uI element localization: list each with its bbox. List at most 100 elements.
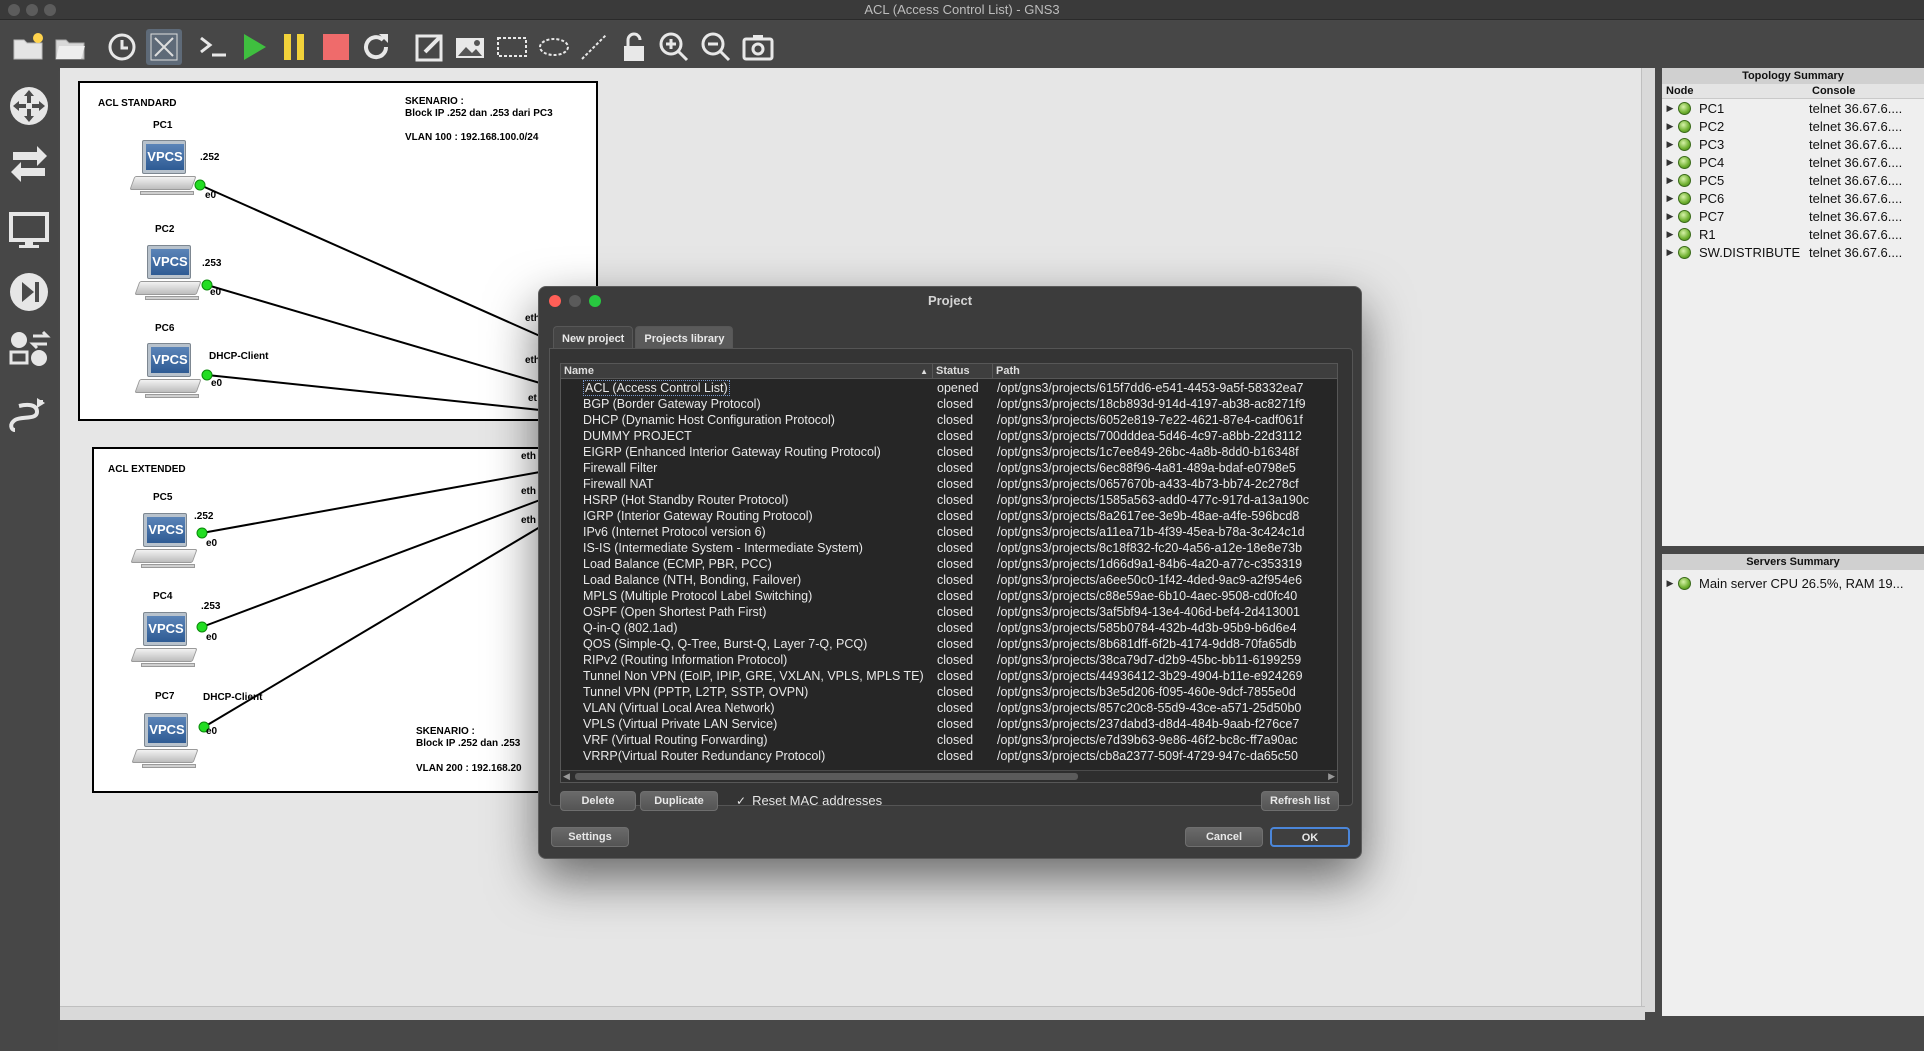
project-row[interactable]: IPv6 (Internet Protocol version 6) closed…	[561, 524, 1337, 540]
project-row[interactable]: VLAN (Virtual Local Area Network) closed /…	[561, 700, 1337, 716]
project-row[interactable]: DUMMY PROJECT closed/opt/gns3/projects/70…	[561, 428, 1337, 444]
link-pc6	[206, 374, 541, 411]
tab-projects-library[interactable]: Projects library	[635, 326, 734, 348]
refresh-list-button[interactable]: Refresh list	[1261, 791, 1339, 811]
project-path: /opt/gns3/projects/585b0784-432b-4d3b-95…	[997, 621, 1297, 635]
project-status: closed	[937, 477, 974, 491]
project-path: /opt/gns3/projects/6ec88f96-4a81-489a-bd…	[997, 461, 1296, 475]
topology-node-row[interactable]: ▶ PC1 telnet 36.67.6....	[1662, 99, 1924, 117]
topology-node-row[interactable]: ▶ SW.DISTRIBUTE telnet 36.67.6....	[1662, 243, 1924, 261]
project-row[interactable]: QOS (Simple-Q, Q-Tree, Burst-Q, Layer 7-…	[561, 636, 1337, 652]
cancel-button[interactable]: Cancel	[1185, 827, 1263, 847]
node-pc5[interactable]: VPCS	[130, 513, 203, 575]
project-row[interactable]: MPLS (Multiple Protocol Label Switching)…	[561, 588, 1337, 604]
node-status-icon	[1678, 137, 1691, 151]
expand-arrow-icon[interactable]: ▶	[1662, 211, 1678, 222]
settings-button[interactable]: Settings	[551, 827, 629, 847]
topology-node-row[interactable]: ▶ PC4 telnet 36.67.6....	[1662, 153, 1924, 171]
project-row[interactable]: ACL (Access Control List) opened/opt/gns3…	[561, 380, 1337, 396]
project-row[interactable]: EIGRP (Enhanced Interior Gateway Routing…	[561, 444, 1337, 460]
dialog-close-button[interactable]	[549, 295, 561, 307]
ok-button[interactable]: OK	[1270, 827, 1350, 847]
eth-label-3: et	[528, 393, 537, 404]
expand-arrow-icon[interactable]: ▶	[1662, 247, 1678, 258]
column-console[interactable]: Console	[1808, 84, 1855, 98]
node-status-icon	[1678, 173, 1691, 187]
project-status: closed	[937, 717, 974, 731]
expand-arrow-icon[interactable]: ▶	[1662, 175, 1678, 186]
project-name: VRF (Virtual Routing Forwarding)	[583, 733, 768, 747]
project-row[interactable]: IGRP (Interior Gateway Routing Protocol)…	[561, 508, 1337, 524]
project-row[interactable]: RIPv2 (Routing Information Protocol) clos…	[561, 652, 1337, 668]
expand-arrow-icon[interactable]: ▶	[1662, 193, 1678, 204]
project-name: IGRP (Interior Gateway Routing Protocol)	[583, 509, 813, 523]
project-row[interactable]: IS-IS (Intermediate System - Intermediat…	[561, 540, 1337, 556]
column-status[interactable]: Status	[933, 364, 993, 378]
project-row[interactable]: BGP (Border Gateway Protocol) closed/opt/…	[561, 396, 1337, 412]
expand-arrow-icon[interactable]: ▶	[1662, 229, 1678, 240]
column-path[interactable]: Path	[993, 364, 1337, 378]
topology-node-row[interactable]: ▶ R1 telnet 36.67.6....	[1662, 225, 1924, 243]
node-console: telnet 36.67.6....	[1809, 136, 1903, 152]
expand-arrow-icon[interactable]: ▶	[1662, 578, 1678, 589]
projects-horizontal-scrollbar[interactable]: ◀ ▶	[561, 770, 1337, 782]
dialog-minimize-button[interactable]	[569, 295, 581, 307]
column-name[interactable]: Name ▲	[561, 364, 933, 378]
node-ip-pc1: .252	[200, 152, 220, 163]
project-name: EIGRP (Enhanced Interior Gateway Routing…	[583, 445, 881, 459]
project-row[interactable]: Firewall Filter closed/opt/gns3/projects/…	[561, 460, 1337, 476]
expand-arrow-icon[interactable]: ▶	[1662, 157, 1678, 168]
reset-mac-checkbox[interactable]: ✓ Reset MAC addresses	[736, 793, 882, 808]
project-row[interactable]: Load Balance (ECMP, PBR, PCC) closed/opt/…	[561, 556, 1337, 572]
link-pc2	[206, 284, 541, 384]
project-row[interactable]: HSRP (Hot Standby Router Protocol) closed…	[561, 492, 1337, 508]
node-pc6[interactable]: VPCS	[134, 343, 207, 405]
eth-label-4: eth	[521, 451, 536, 462]
project-row[interactable]: VRRP(Virtual Router Redundancy Protocol)…	[561, 748, 1337, 764]
project-path: /opt/gns3/projects/b3e5d206-f095-460e-9d…	[997, 685, 1296, 699]
topology-node-row[interactable]: ▶ PC7 telnet 36.67.6....	[1662, 207, 1924, 225]
project-row[interactable]: Load Balance (NTH, Bonding, Failover) clo…	[561, 572, 1337, 588]
server-row[interactable]: ▶ Main server CPU 26.5%, RAM 19...	[1662, 574, 1924, 592]
project-row[interactable]: DHCP (Dynamic Host Configuration Protoco…	[561, 412, 1337, 428]
project-name: Q-in-Q (802.1ad)	[583, 621, 678, 635]
sort-up-icon: ▲	[920, 367, 928, 376]
tab-new-project[interactable]: New project	[553, 326, 634, 348]
column-node[interactable]: Node	[1662, 84, 1808, 98]
project-row[interactable]: Tunnel Non VPN (EoIP, IPIP, GRE, VXLAN, …	[561, 668, 1337, 684]
node-pc4[interactable]: VPCS	[130, 612, 203, 674]
node-pc1[interactable]: VPCS	[129, 140, 202, 202]
project-status: closed	[937, 557, 974, 571]
duplicate-button[interactable]: Duplicate	[640, 791, 718, 811]
project-status: closed	[937, 749, 974, 763]
gns3-main-window: ACL (Access Control List) - GNS3 ACL STA…	[0, 0, 1924, 1051]
expand-arrow-icon[interactable]: ▶	[1662, 103, 1678, 114]
node-status-icon	[1678, 155, 1691, 169]
node-ip-pc6: DHCP-Client	[209, 351, 269, 362]
port-label-pc5: e0	[206, 538, 218, 549]
port-label-pc1: e0	[205, 190, 217, 201]
expand-arrow-icon[interactable]: ▶	[1662, 121, 1678, 132]
delete-button[interactable]: Delete	[560, 791, 636, 811]
expand-arrow-icon[interactable]: ▶	[1662, 139, 1678, 150]
scroll-left-icon[interactable]: ◀	[563, 771, 570, 782]
topology-node-row[interactable]: ▶ PC5 telnet 36.67.6....	[1662, 171, 1924, 189]
project-row[interactable]: Firewall NAT closed/opt/gns3/projects/065…	[561, 476, 1337, 492]
scrollbar-thumb[interactable]	[575, 773, 1078, 780]
project-status: closed	[937, 733, 974, 747]
node-pc2[interactable]: VPCS	[134, 245, 207, 307]
project-row[interactable]: Tunnel VPN (PPTP, L2TP, SSTP, OVPN) close…	[561, 684, 1337, 700]
topology-summary-title: Topology Summary	[1662, 68, 1924, 84]
project-row[interactable]: VRF (Virtual Routing Forwarding) closed/o…	[561, 732, 1337, 748]
node-pc7[interactable]: VPCS	[131, 713, 204, 775]
scroll-right-icon[interactable]: ▶	[1328, 771, 1335, 782]
topology-node-row[interactable]: ▶ PC6 telnet 36.67.6....	[1662, 189, 1924, 207]
project-row[interactable]: Q-in-Q (802.1ad) closed/opt/gns3/projects…	[561, 620, 1337, 636]
project-row[interactable]: VPLS (Virtual Private LAN Service) closed…	[561, 716, 1337, 732]
project-path: /opt/gns3/projects/e7d39b63-9e86-46f2-bc…	[997, 733, 1298, 747]
topology-node-row[interactable]: ▶ PC2 telnet 36.67.6....	[1662, 117, 1924, 135]
topology-node-row[interactable]: ▶ PC3 telnet 36.67.6....	[1662, 135, 1924, 153]
dialog-zoom-button[interactable]	[589, 295, 601, 307]
node-console: telnet 36.67.6....	[1809, 118, 1903, 134]
project-row[interactable]: OSPF (Open Shortest Path First) closed/op…	[561, 604, 1337, 620]
